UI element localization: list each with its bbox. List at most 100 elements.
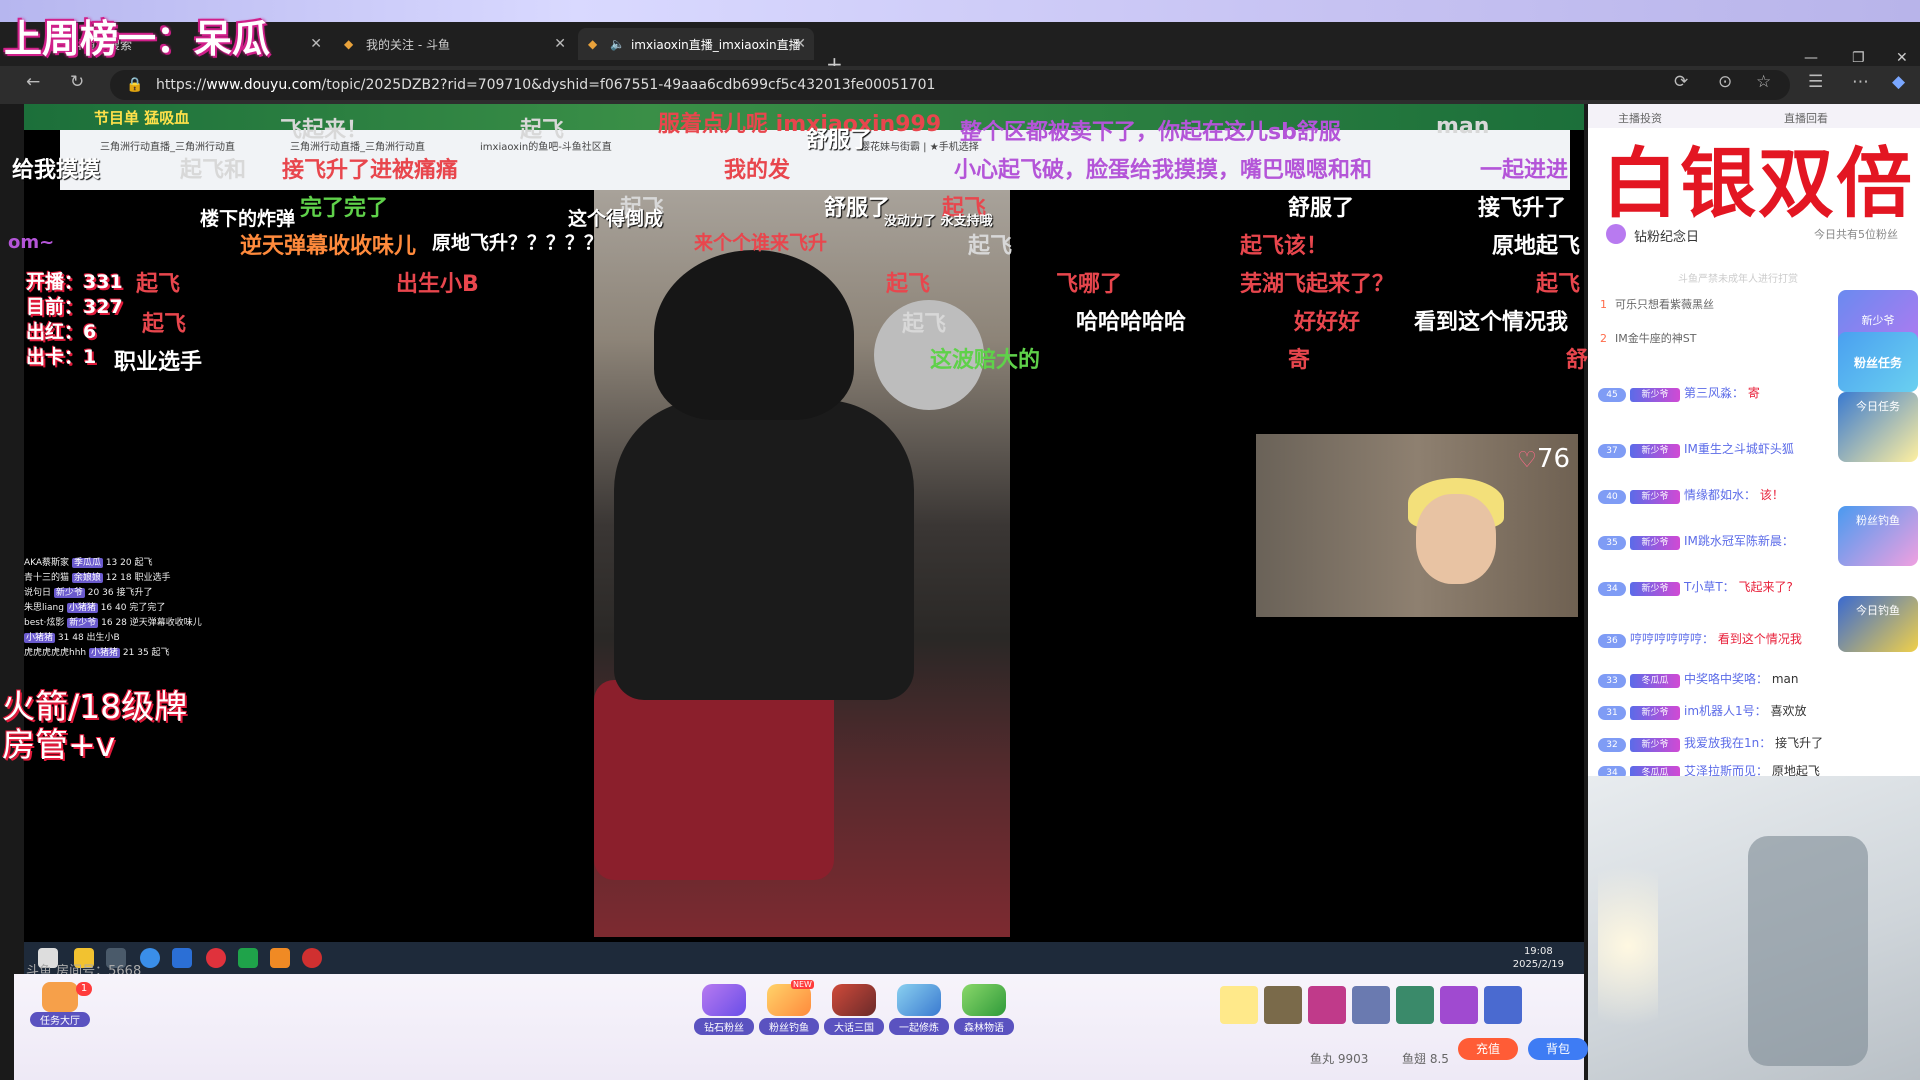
fan-badge: 新少爷 [1630,582,1680,596]
chat-message[interactable]: 34 新少爷 T小草T： 飞起来了? [1598,578,1793,596]
chat-message[interactable]: 37 新少爷 IM重生之斗城虾头狐 [1598,440,1794,458]
gift-diamond-fans[interactable]: 钻石粉丝 [694,984,754,1035]
url-host: www.douyu.com [206,77,322,93]
chat-level: 16 [100,603,113,613]
reader-icon[interactable]: ⊙ [1718,72,1732,92]
chat-username[interactable]: 中奖咯中奖咯： [1684,672,1768,686]
chat-message[interactable]: 31 新少爷 im机器人1号： 喜欢放 [1598,702,1807,720]
close-icon[interactable]: ✕ [554,36,566,52]
task-hall-button[interactable]: 1 任务大厅 [30,982,92,1032]
danmu-item: 逆天弹幕收收味儿 [240,234,417,259]
danmu-item: 舒服了 [806,128,873,153]
danmu-item: 给我摸摸 [12,158,101,183]
mini-chat-log: AKA蔡斯家 季瓜瓜 13 20 起飞 青十三的猫 余娘娘 12 18 职业选手… [24,556,202,661]
clock-time: 19:08 [1523,946,1553,957]
side-activity[interactable]: 今日钓鱼 [1838,596,1918,652]
backpack-button[interactable]: 背包 [1528,1038,1588,1060]
chat-user: best·炫影 [24,618,65,628]
side-activity[interactable]: 粉丝钓鱼 [1838,506,1918,566]
gift-forest[interactable]: 森林物语 [954,984,1014,1035]
danmu-item: om~ [8,232,55,253]
chat-level: 31 [57,633,70,643]
gift-slot[interactable] [1220,986,1258,1024]
refresh-icon[interactable]: ↻ [70,72,84,92]
banner-label: 节目单 猛吸血 [94,109,190,127]
speaker-icon[interactable]: 🔈 [610,37,625,51]
fan-badge: 新少爷 [1630,738,1680,752]
chat-num: 28 [115,618,127,628]
like-count: 76 [1536,444,1570,474]
helmet-black [654,250,854,420]
danmu-item: 接飞升了进被痛痛 [282,158,459,183]
gift-slot[interactable] [1484,986,1522,1024]
danmu-item: 服着点儿呢 imxiaoxin999 [658,112,942,137]
chat-username[interactable]: IM跳水冠军陈新晨： [1684,534,1794,548]
close-icon[interactable]: ✕ [310,36,322,52]
chat-message[interactable]: 45 新少爷 第三风淼： 寄 [1598,384,1760,402]
gift-slot[interactable] [1264,986,1302,1024]
gift-label: 钻石粉丝 [694,1018,754,1035]
side-activity[interactable]: 粉丝任务 [1838,332,1918,392]
stat-card: 出卡：1 [26,346,97,368]
cultivate-icon [897,984,941,1016]
chat-username[interactable]: 情缘都如水： [1684,488,1756,502]
desktop-strip [0,0,1920,22]
gift-slot[interactable] [1440,986,1478,1024]
danmu-item: 起飞 [142,312,187,337]
collections-icon[interactable]: ☰ [1808,72,1823,92]
gaming-chair [1748,836,1868,1066]
danmu-item: 完了完了 [300,196,389,221]
tab-live[interactable]: ◆ 🔈 imxiaoxin直播_imxiaoxin直播 ✕ [578,28,814,60]
gift-fan-fishing[interactable]: NEW 粉丝钓鱼 [759,980,819,1035]
fan-anniversary-bar[interactable]: 钻粉纪念日 今日共有5位粉丝 [1600,218,1908,252]
user-level: 45 [1598,388,1626,402]
minimize-icon[interactable]: — [1804,50,1818,66]
side-activity[interactable]: 今日任务 [1838,392,1918,462]
task-hall-icon [42,982,78,1012]
chat-text: man [1771,672,1799,686]
gift-three-kingdoms[interactable]: 大话三国 [824,984,884,1035]
stat-red: 出红：6 [26,321,97,343]
fan-badge: 冬瓜瓜 [1630,674,1680,688]
gift-slot[interactable] [1308,986,1346,1024]
rocket-line: 房管+v [2,725,116,764]
gift-slot[interactable] [1396,986,1434,1024]
more-menu-icon[interactable]: ⋯ [1852,72,1869,92]
restore-icon[interactable]: ❐ [1852,50,1865,66]
chat-username[interactable]: 哼哼哼哼哼哼： [1630,632,1714,646]
chat-message[interactable]: 36 哼哼哼哼哼哼： 看到这个情况我 [1598,630,1802,648]
copilot-icon[interactable]: ◆ [1892,72,1905,92]
chat-username[interactable]: T小草T： [1684,580,1735,594]
gift-cultivate[interactable]: 一起修炼 [889,984,949,1035]
danmu-item: 起飞和 [180,158,247,183]
chat-message[interactable]: 35 新少爷 IM跳水冠军陈新晨： [1598,532,1794,550]
translate-icon[interactable]: ⟳ [1674,72,1688,92]
danmu-item: 寄 [1288,348,1311,373]
fish-wings-count: 鱼翅 8.5 [1402,1052,1449,1066]
chat-username[interactable]: 第三风淼： [1684,386,1744,400]
chat-username[interactable]: 我爱放我在1n： [1684,736,1771,750]
favorite-star-icon[interactable]: ☆ [1756,72,1771,92]
close-icon[interactable]: ✕ [794,36,806,52]
chat-badge: 小猪猪 [89,648,121,658]
tab-following[interactable]: ◆ 我的关注 - 斗鱼 ✕ [334,28,574,60]
chat-message[interactable]: 32 新少爷 我爱放我在1n： 接飞升了 [1598,734,1823,752]
chat-badge: 新少爷 [53,588,85,598]
person-coat [614,400,914,700]
chat-message[interactable]: 40 新少爷 情缘都如水： 该！ [1598,486,1784,504]
rocket-line: 火箭/18级牌 [2,687,188,726]
chat-username[interactable]: im机器人1号： [1684,704,1767,718]
fan-badge: 新少爷 [1630,536,1680,550]
url-input[interactable]: 🔒 https://www.douyu.com/topic/2025DZB2?r… [110,70,1790,100]
close-window-icon[interactable]: ✕ [1896,50,1908,66]
chat-line: 小猪猪 31 48 出生小B [24,631,202,646]
gift-slot[interactable] [1352,986,1390,1024]
url-path: /topic/2025DZB2?rid=709710&dyshid=f06755… [321,77,936,93]
chat-message[interactable]: 33 冬瓜瓜 中奖咯中奖咯： man [1598,670,1799,688]
back-icon[interactable]: ← [26,72,40,92]
inner-tab: 三角洲行动直播_三角洲行动直 [100,142,235,153]
chat-username[interactable]: IM重生之斗城虾头狐 [1684,442,1794,456]
string-lights [1598,816,1658,1076]
browser-tabbar: ◆ 斗鱼 - 搜索 ✕ ◆ 我的关注 - 斗鱼 ✕ ◆ 🔈 imxiaoxin直… [0,22,1920,76]
recharge-button[interactable]: 充值 [1458,1038,1518,1060]
